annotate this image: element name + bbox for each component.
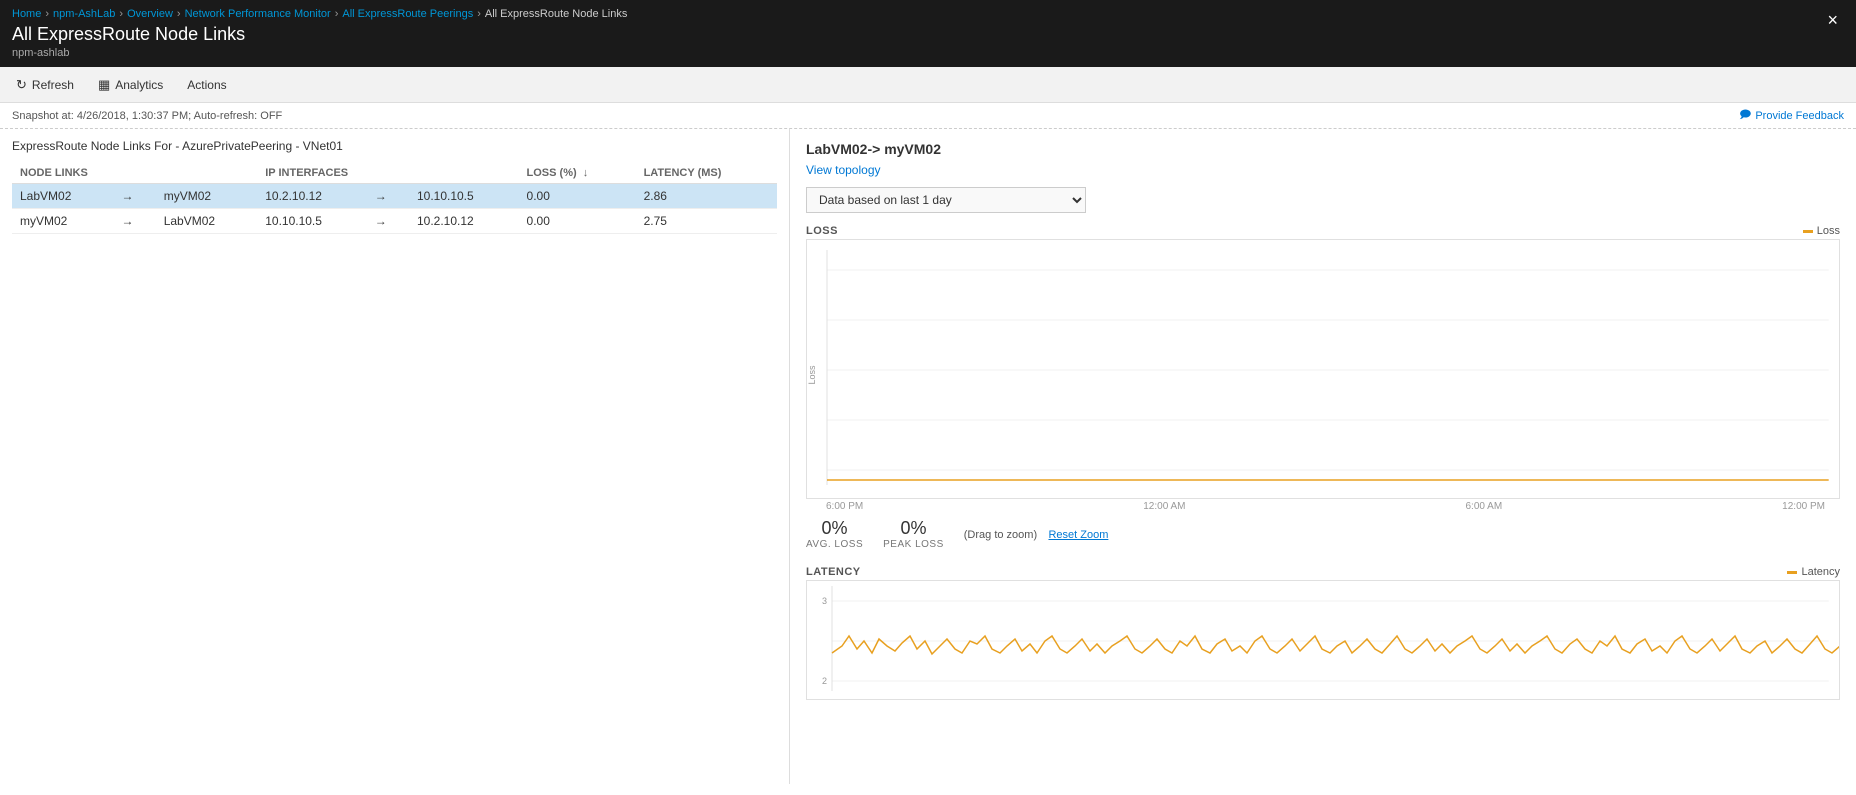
- loss-chart-svg: Loss: [807, 240, 1839, 499]
- refresh-icon: ↻: [16, 77, 27, 93]
- latency-value: 2.86: [636, 184, 777, 209]
- analytics-button[interactable]: ▦ Analytics: [94, 75, 167, 95]
- analytics-label: Analytics: [115, 78, 163, 92]
- actions-label: Actions: [187, 78, 226, 92]
- detail-title: LabVM02-> myVM02: [806, 141, 1840, 157]
- arrow-right: →: [114, 209, 156, 234]
- col-node-links: NODE LINKS: [12, 163, 257, 184]
- latency-title: LATENCY: [806, 566, 861, 578]
- drag-zoom-text: (Drag to zoom): [964, 529, 1037, 541]
- latency-chart-svg: 3 2: [807, 581, 1839, 700]
- table-row[interactable]: myVM02 → LabVM02 10.10.10.5 → 10.2.10.12…: [12, 209, 777, 234]
- refresh-label: Refresh: [32, 78, 74, 92]
- provide-feedback-link[interactable]: 🗩 Provide Feedback: [1739, 106, 1844, 125]
- svg-text:Loss: Loss: [807, 365, 817, 385]
- toolbar: ↻ Refresh ▦ Analytics Actions: [0, 67, 1856, 103]
- loss-x-axis: 6:00 PM 12:00 AM 6:00 AM 12:00 PM: [806, 501, 1840, 512]
- latency-legend-color: [1787, 571, 1797, 574]
- from-node: LabVM02: [12, 184, 114, 209]
- latency-legend-label: Latency: [1801, 566, 1840, 578]
- loss-legend-color: [1803, 230, 1813, 233]
- from-ip: 10.10.10.5: [257, 209, 367, 234]
- breadcrumb-overview[interactable]: Overview: [127, 8, 173, 20]
- loss-chart-section: LOSS Loss: [806, 225, 1840, 550]
- arrow-right-ip: →: [367, 209, 409, 234]
- breadcrumb-all-peerings[interactable]: All ExpressRoute Peerings: [342, 8, 473, 20]
- reset-zoom-link[interactable]: Reset Zoom: [1048, 529, 1108, 541]
- refresh-button[interactable]: ↻ Refresh: [12, 75, 78, 95]
- main-layout: ExpressRoute Node Links For - AzurePriva…: [0, 129, 1856, 784]
- col-loss: LOSS (%) ↓: [519, 163, 636, 184]
- latency-legend: Latency: [1787, 566, 1840, 578]
- to-node: LabVM02: [156, 209, 258, 234]
- analytics-icon: ▦: [98, 77, 110, 93]
- to-node: myVM02: [156, 184, 258, 209]
- breadcrumb-npm-monitor[interactable]: Network Performance Monitor: [185, 8, 331, 20]
- to-ip: 10.2.10.12: [409, 209, 519, 234]
- page-subtitle: npm-ashlab: [12, 47, 627, 59]
- view-topology-link[interactable]: View topology: [806, 163, 881, 177]
- breadcrumb: Home › npm-AshLab › Overview › Network P…: [12, 8, 627, 24]
- col-ip-interfaces: IP INTERFACES: [257, 163, 518, 184]
- time-range-select[interactable]: Data based on last 1 dayData based on la…: [806, 187, 1086, 213]
- latency-chart-container: 3 2: [806, 580, 1840, 700]
- loss-stats: 0% AVG. LOSS 0% PEAK LOSS (Drag to zoom)…: [806, 518, 1840, 550]
- snapshot-text: Snapshot at: 4/26/2018, 1:30:37 PM; Auto…: [12, 110, 282, 122]
- from-ip: 10.2.10.12: [257, 184, 367, 209]
- peak-loss-value: 0%: [883, 518, 944, 539]
- section-title: ExpressRoute Node Links For - AzurePriva…: [12, 139, 777, 153]
- loss-chart-container: Loss: [806, 239, 1840, 499]
- page-title: All ExpressRoute Node Links: [12, 24, 627, 45]
- feedback-icon: 🗩: [1739, 106, 1751, 125]
- feedback-label: Provide Feedback: [1755, 110, 1844, 122]
- avg-loss-value: 0%: [806, 518, 863, 539]
- arrow-right-ip: →: [367, 184, 409, 209]
- to-ip: 10.10.10.5: [409, 184, 519, 209]
- right-panel: LabVM02-> myVM02 View topology Data base…: [790, 129, 1856, 784]
- peak-loss-label: PEAK LOSS: [883, 539, 944, 550]
- breadcrumb-npm[interactable]: npm-AshLab: [53, 8, 115, 20]
- latency-value: 2.75: [636, 209, 777, 234]
- svg-text:2: 2: [822, 676, 827, 686]
- avg-loss-label: AVG. LOSS: [806, 539, 863, 550]
- actions-button[interactable]: Actions: [183, 76, 230, 94]
- loss-legend-label: Loss: [1817, 225, 1840, 237]
- loss-sort-icon: ↓: [583, 167, 589, 179]
- loss-value: 0.00: [519, 184, 636, 209]
- loss-legend: Loss: [1803, 225, 1840, 237]
- left-panel: ExpressRoute Node Links For - AzurePriva…: [0, 129, 790, 784]
- avg-loss-stat: 0% AVG. LOSS: [806, 518, 863, 550]
- node-links-table: NODE LINKS IP INTERFACES LOSS (%) ↓ LATE…: [12, 163, 777, 234]
- table-row[interactable]: LabVM02 → myVM02 10.2.10.12 → 10.10.10.5…: [12, 184, 777, 209]
- title-bar: Home › npm-AshLab › Overview › Network P…: [0, 0, 1856, 67]
- col-latency: LATENCY (MS): [636, 163, 777, 184]
- arrow-right: →: [114, 184, 156, 209]
- loss-title: LOSS: [806, 225, 838, 237]
- close-button[interactable]: ×: [1821, 8, 1844, 33]
- peak-loss-stat: 0% PEAK LOSS: [883, 518, 944, 550]
- breadcrumb-current: All ExpressRoute Node Links: [485, 8, 627, 20]
- from-node: myVM02: [12, 209, 114, 234]
- breadcrumb-home[interactable]: Home: [12, 8, 41, 20]
- svg-text:3: 3: [822, 596, 827, 606]
- zoom-controls: (Drag to zoom) Reset Zoom: [964, 527, 1109, 541]
- snapshot-bar: Snapshot at: 4/26/2018, 1:30:37 PM; Auto…: [0, 103, 1856, 129]
- loss-value: 0.00: [519, 209, 636, 234]
- latency-chart-section: LATENCY Latency 3 2: [806, 566, 1840, 700]
